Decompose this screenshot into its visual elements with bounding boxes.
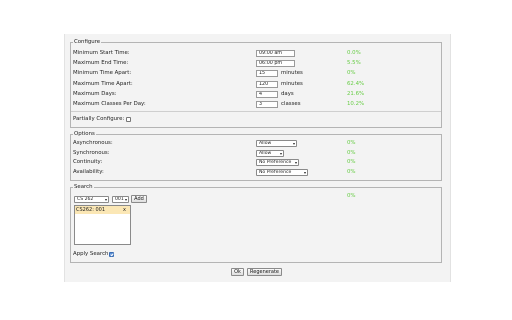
config-row-max-apart: Maximum Time Apart: (73, 80, 133, 89)
continuity-select-value: No Preference (259, 160, 292, 165)
max-days-label: Maximum Days: (73, 91, 117, 97)
apply-search-checkbox[interactable] (109, 252, 114, 257)
chevron-down-icon: ▾ (279, 151, 282, 156)
partially-configure-checkbox[interactable] (126, 117, 131, 122)
max-end-label: Maximum End Time: (73, 60, 129, 66)
partially-configure-row: Partially Configure: (73, 115, 124, 124)
options-legend: Options (74, 131, 95, 137)
configure-legend: Configure (74, 39, 101, 45)
sync-pct: 0% (347, 150, 356, 156)
min-start-input[interactable]: 09:00 am (256, 50, 295, 57)
chevron-down-icon: ▾ (104, 197, 107, 202)
min-apart-unit: minutes (281, 70, 303, 76)
availability-select[interactable]: No Preference ▾ (256, 169, 308, 176)
option-row-async: Asynchronous: (73, 139, 113, 148)
add-course-button[interactable]: Add (131, 195, 147, 203)
availability-label: Availability: (73, 169, 104, 175)
min-apart-pct: 0% (347, 70, 356, 76)
section-select[interactable]: 001 ▾ (112, 196, 129, 203)
continuity-pct: 0% (347, 159, 356, 165)
min-start-label: Minimum Start Time: (73, 50, 130, 56)
config-row-max-classes: Maximum Classes Per Day: (73, 100, 146, 109)
max-days-pct: 21.6% (347, 91, 365, 97)
selected-courses-list[interactable]: CS262: 001 x (74, 205, 131, 245)
async-pct: 0% (347, 140, 356, 146)
sync-select[interactable]: Allow ▾ (256, 150, 284, 157)
max-classes-input[interactable]: 3 (256, 101, 278, 108)
max-end-pct: 5.5% (347, 60, 361, 66)
availability-select-value: No Preference (259, 170, 292, 175)
continuity-select[interactable]: No Preference ▾ (256, 159, 299, 166)
apply-search-row: Apply Search: (73, 250, 110, 259)
max-apart-label: Maximum Time Apart: (73, 81, 133, 87)
continuity-label: Continuity: (73, 159, 103, 165)
option-row-continuity: Continuity: (73, 158, 102, 167)
async-label: Asynchronous: (73, 140, 113, 146)
course-select-value: CS 262 (77, 197, 94, 202)
ok-button[interactable]: Ok (231, 268, 244, 276)
max-days-unit: days (281, 91, 294, 97)
configure-divider (71, 111, 441, 112)
remove-icon[interactable]: x (123, 206, 126, 214)
config-row-min-apart: Minimum Time Apart: (73, 69, 131, 78)
config-row-max-days: Maximum Days: (73, 90, 117, 99)
availability-pct: 0% (347, 169, 356, 175)
list-item[interactable]: CS262: 001 x (75, 206, 130, 214)
search-pct: 0% (347, 193, 356, 199)
max-end-input[interactable]: 06:00 pm (256, 60, 295, 67)
max-classes-unit: classes (281, 101, 301, 107)
async-select[interactable]: Allow ▾ (256, 140, 297, 147)
chevron-down-icon: ▾ (294, 160, 297, 165)
chevron-down-icon: ▾ (303, 170, 306, 175)
max-apart-input[interactable]: 120 (256, 81, 278, 88)
min-apart-input[interactable]: 15 (256, 70, 278, 77)
max-classes-label: Maximum Classes Per Day: (73, 101, 146, 107)
search-legend: Search (74, 184, 93, 190)
option-row-availability: Availability: (73, 168, 104, 177)
max-apart-unit: minutes (281, 81, 303, 87)
chevron-down-icon: ▾ (292, 141, 295, 146)
partially-configure-label: Partially Configure: (73, 116, 125, 122)
list-item-text: CS262: 001 (76, 207, 106, 213)
max-classes-pct: 10.2% (347, 101, 365, 107)
sync-select-value: Allow (259, 151, 272, 156)
course-select[interactable]: CS 262 ▾ (74, 196, 109, 203)
max-apart-pct: 62.4% (347, 81, 365, 87)
async-select-value: Allow (259, 141, 272, 146)
config-row-min-start: Minimum Start Time: (73, 49, 130, 58)
max-days-input[interactable]: 4 (256, 91, 278, 98)
section-select-value: 001 (115, 197, 124, 202)
regenerate-button[interactable]: Regenerate (247, 268, 282, 276)
option-row-sync: Synchronous: (73, 149, 110, 158)
min-apart-label: Minimum Time Apart: (73, 70, 132, 76)
chevron-down-icon: ▾ (124, 197, 127, 202)
apply-search-label: Apply Search: (73, 251, 111, 257)
min-start-pct: 0.0% (347, 50, 361, 56)
sync-label: Synchronous: (73, 150, 110, 156)
config-row-max-end: Maximum End Time: (73, 59, 128, 68)
